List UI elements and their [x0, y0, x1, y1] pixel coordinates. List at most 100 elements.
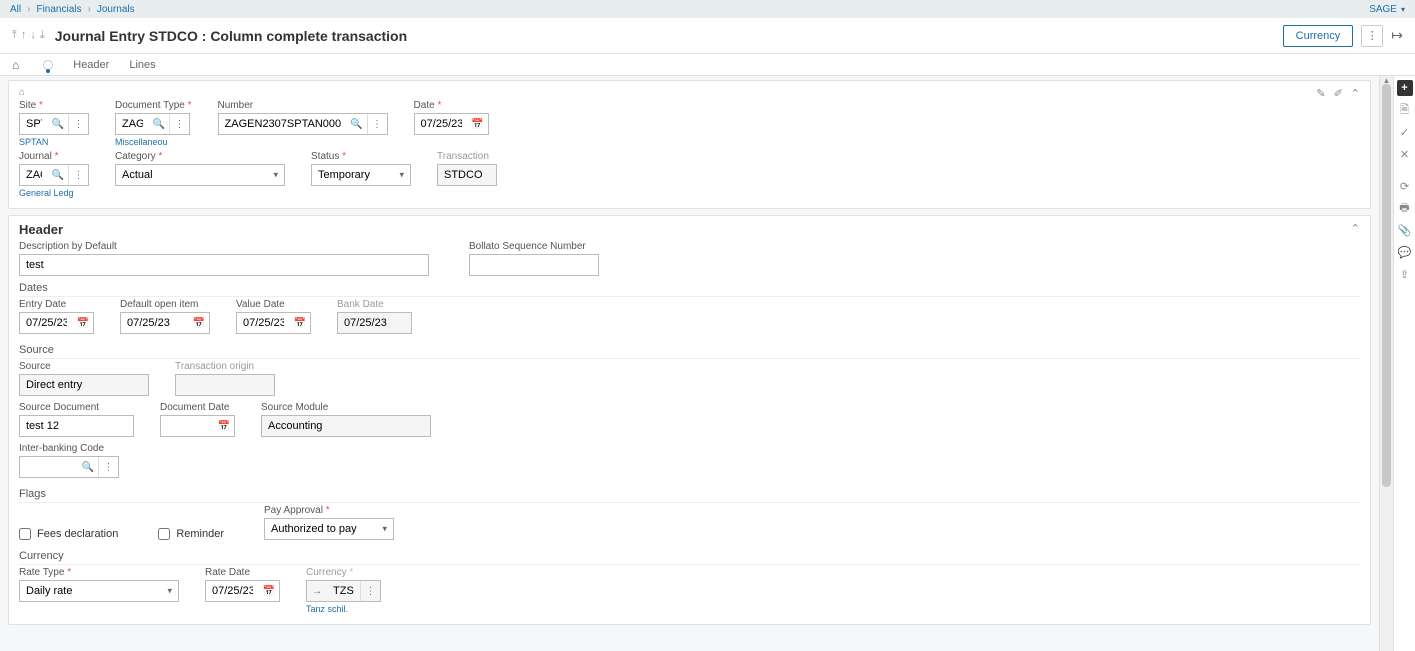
- category-select[interactable]: [115, 164, 285, 186]
- attachment-icon[interactable]: 📎: [1397, 222, 1413, 238]
- check-icon[interactable]: ✓: [1397, 124, 1413, 140]
- vertical-dots-icon[interactable]: ⋮: [360, 581, 380, 601]
- entry-date-input[interactable]: 📅: [19, 312, 94, 334]
- delete-icon[interactable]: ✕: [1397, 146, 1413, 162]
- source-subsection: Source: [19, 344, 1360, 359]
- print-icon[interactable]: 🖶: [1397, 200, 1413, 216]
- entry-date-label: Entry Date: [19, 299, 94, 310]
- description-label: Description by Default: [19, 241, 429, 252]
- collapse-icon[interactable]: ⌃: [1351, 87, 1360, 100]
- more-actions-button[interactable]: ⋮: [1361, 25, 1383, 47]
- header-panel: ⌃ Header Description by Default Bollato …: [8, 215, 1371, 625]
- currency-label: Currency *: [306, 567, 381, 578]
- add-button[interactable]: +: [1397, 80, 1413, 96]
- search-icon[interactable]: 🔍: [149, 114, 169, 134]
- header-section-title: Header: [19, 222, 1360, 237]
- calendar-icon[interactable]: 📅: [290, 313, 310, 333]
- vertical-scrollbar[interactable]: ▲: [1379, 76, 1393, 651]
- exit-button[interactable]: ↦: [1391, 27, 1403, 44]
- refresh-icon[interactable]: ⟳: [1397, 178, 1413, 194]
- bank-date-label: Bank Date: [337, 299, 412, 310]
- prev-record-icon[interactable]: ↑: [21, 29, 27, 42]
- right-action-rail: + 🗎 ✓ ✕ ⟳ 🖶 📎 💬 ⇪: [1393, 76, 1415, 651]
- home-tab-icon[interactable]: ⌂: [12, 58, 19, 72]
- vertical-dots-icon[interactable]: ⋮: [98, 457, 118, 477]
- tab-header[interactable]: Header: [73, 54, 109, 75]
- document-date-input[interactable]: 📅: [160, 415, 235, 437]
- currency-button[interactable]: Currency: [1283, 25, 1354, 47]
- save-icon[interactable]: 🗎: [1397, 102, 1413, 118]
- journal-label: Journal *: [19, 151, 89, 162]
- dates-subsection: Dates: [19, 282, 1360, 297]
- collapse-icon[interactable]: ⌃: [1351, 222, 1360, 235]
- last-record-icon[interactable]: ⤓: [40, 29, 45, 42]
- next-record-icon[interactable]: ↓: [30, 29, 36, 42]
- description-input[interactable]: [19, 254, 429, 276]
- source-doc-input[interactable]: [19, 415, 134, 437]
- source-doc-label: Source Document: [19, 402, 134, 413]
- calendar-icon[interactable]: 📅: [189, 313, 209, 333]
- scrollbar-thumb[interactable]: [1382, 84, 1391, 487]
- vertical-dots-icon[interactable]: ⋮: [367, 114, 387, 134]
- wand-icon[interactable]: ✎: [1316, 87, 1325, 100]
- tab-lines[interactable]: Lines: [129, 54, 155, 75]
- number-input[interactable]: 🔍 ⋮: [218, 113, 388, 135]
- calendar-icon[interactable]: 📅: [259, 581, 279, 601]
- sage-menu[interactable]: SAGE ▾: [1369, 4, 1405, 15]
- reminder-label: Reminder: [176, 528, 224, 540]
- record-nav-arrows: ⤒ ↑ ↓ ⤓: [12, 29, 45, 42]
- site-hint: SPTAN: [19, 137, 89, 147]
- vertical-dots-icon[interactable]: ⋮: [169, 114, 189, 134]
- bank-date-field: [337, 312, 412, 334]
- status-label: Status *: [311, 151, 411, 162]
- trans-origin-label: Transaction origin: [175, 361, 275, 372]
- first-record-icon[interactable]: ⤒: [12, 29, 17, 42]
- search-icon[interactable]: 🔍: [347, 114, 367, 134]
- calendar-icon[interactable]: 📅: [468, 114, 488, 134]
- currency-field: → ⋮: [306, 580, 381, 602]
- transaction-field: [437, 164, 497, 186]
- doctype-hint: Miscellaneou: [115, 137, 192, 147]
- search-icon[interactable]: 🔍: [48, 114, 68, 134]
- search-icon[interactable]: 🔍: [48, 165, 68, 185]
- status-select[interactable]: [311, 164, 411, 186]
- currency-subsection: Currency: [19, 550, 1360, 565]
- source-module-field: [261, 415, 431, 437]
- fees-declaration-checkbox[interactable]: Fees declaration: [19, 528, 118, 540]
- interbank-input[interactable]: 🔍 ⋮: [19, 456, 119, 478]
- value-date-input[interactable]: 📅: [236, 312, 311, 334]
- edit-icon[interactable]: ✐: [1334, 87, 1343, 100]
- vertical-dots-icon[interactable]: ⋮: [68, 165, 88, 185]
- reminder-checkbox[interactable]: Reminder: [158, 528, 224, 540]
- status-indicator-icon: [43, 60, 53, 70]
- panel-home-icon[interactable]: ⌂: [19, 87, 1360, 98]
- page-tabs: ⌂ Header Lines: [0, 54, 1415, 76]
- breadcrumb-financials[interactable]: Financials: [36, 4, 81, 15]
- comment-icon[interactable]: 💬: [1397, 244, 1413, 260]
- trans-origin-field: [175, 374, 275, 396]
- export-icon[interactable]: ⇪: [1397, 266, 1413, 282]
- breadcrumb-all[interactable]: All: [10, 4, 21, 15]
- chevron-right-icon: ›: [27, 4, 30, 15]
- source-module-label: Source Module: [261, 402, 431, 413]
- pay-approval-select[interactable]: [264, 518, 394, 540]
- page-title: Journal Entry STDCO : Column complete tr…: [55, 28, 407, 44]
- calendar-icon[interactable]: 📅: [214, 416, 234, 436]
- doctype-input[interactable]: 🔍 ⋮: [115, 113, 190, 135]
- breadcrumb-journals[interactable]: Journals: [97, 4, 135, 15]
- default-open-input[interactable]: 📅: [120, 312, 210, 334]
- fees-declaration-label: Fees declaration: [37, 528, 118, 540]
- rate-type-select[interactable]: [19, 580, 179, 602]
- link-icon[interactable]: →: [307, 581, 327, 601]
- bollato-input[interactable]: [469, 254, 599, 276]
- site-input[interactable]: 🔍 ⋮: [19, 113, 89, 135]
- source-label: Source: [19, 361, 149, 372]
- calendar-icon[interactable]: 📅: [73, 313, 93, 333]
- source-field: [19, 374, 149, 396]
- value-date-label: Value Date: [236, 299, 311, 310]
- vertical-dots-icon[interactable]: ⋮: [68, 114, 88, 134]
- rate-date-input[interactable]: 📅: [205, 580, 280, 602]
- date-input[interactable]: 📅: [414, 113, 489, 135]
- journal-input[interactable]: 🔍 ⋮: [19, 164, 89, 186]
- search-icon[interactable]: 🔍: [78, 457, 98, 477]
